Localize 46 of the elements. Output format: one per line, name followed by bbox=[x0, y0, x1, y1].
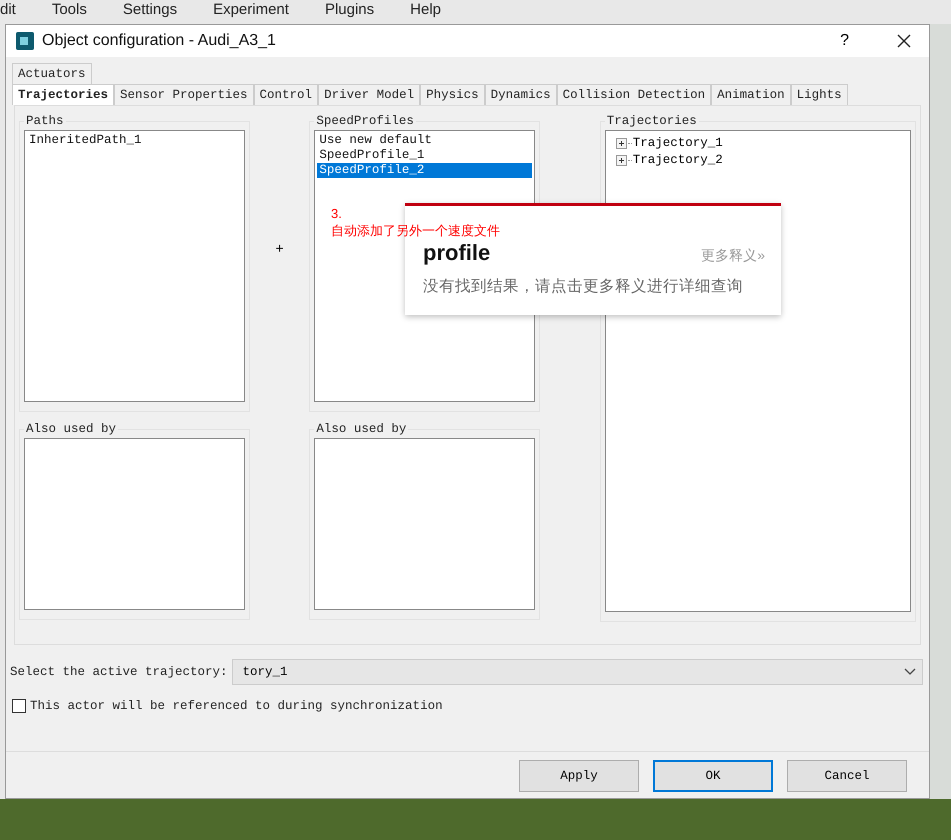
field-label: Select the active trajectory: bbox=[10, 665, 228, 679]
window-title: Object configuration - Audi_A3_1 bbox=[42, 32, 277, 50]
checkbox[interactable] bbox=[12, 699, 26, 713]
menu-item[interactable]: Experiment bbox=[213, 1, 289, 19]
group-title: SpeedProfiles bbox=[315, 114, 415, 128]
menu-item[interactable]: Help bbox=[410, 1, 442, 19]
tab[interactable]: Animation bbox=[711, 84, 791, 105]
menu-item[interactable]: Tools bbox=[52, 1, 87, 19]
chevron-down-icon bbox=[904, 668, 916, 676]
add-button[interactable]: + bbox=[275, 242, 284, 258]
tab[interactable]: Physics bbox=[420, 84, 485, 105]
list-item[interactable]: SpeedProfile_1 bbox=[317, 148, 532, 163]
tab[interactable]: Sensor Properties bbox=[114, 84, 254, 105]
expand-icon[interactable] bbox=[616, 155, 627, 166]
tab[interactable]: Collision Detection bbox=[556, 84, 712, 105]
checkbox-label: This actor will be referenced to during synchronization bbox=[30, 699, 443, 713]
group-title: Paths bbox=[25, 114, 65, 128]
menu-item[interactable]: Settings bbox=[122, 1, 178, 19]
tab[interactable]: Lights bbox=[790, 84, 848, 105]
popup-message: 没有找到结果，请点击更多释义进行详细查询 bbox=[423, 277, 744, 297]
dialog-button[interactable]: Cancel bbox=[787, 760, 907, 792]
list-item[interactable]: Use new default bbox=[317, 133, 532, 148]
dialog-button[interactable]: OK bbox=[653, 760, 773, 792]
menu-item[interactable]: Plugins bbox=[324, 1, 374, 19]
tree-item[interactable]: Trajectory_2 bbox=[632, 152, 723, 169]
tab[interactable]: Dynamics bbox=[484, 84, 557, 105]
group-title: Trajectories bbox=[606, 114, 698, 128]
expand-icon[interactable] bbox=[616, 138, 627, 149]
trajectory-dropdown[interactable]: tory_1 bbox=[232, 659, 923, 685]
app-icon bbox=[16, 32, 34, 50]
annotation-text: 3. bbox=[331, 205, 342, 222]
help-button[interactable]: ? bbox=[840, 32, 849, 50]
tree-item[interactable]: Trajectory_1 bbox=[632, 135, 723, 152]
annotation-text: 自动添加了另外一个速度文件 bbox=[331, 222, 500, 239]
tab[interactable]: Driver Model bbox=[318, 84, 420, 105]
tab[interactable]: Actuators bbox=[12, 63, 92, 84]
list-item[interactable]: SpeedProfile_2 bbox=[317, 163, 532, 178]
close-icon[interactable] bbox=[897, 34, 911, 48]
tab[interactable]: Trajectories bbox=[12, 84, 114, 105]
group-title: Also used by bbox=[315, 422, 408, 436]
tab[interactable]: Control bbox=[254, 84, 318, 105]
popup-word: profile bbox=[423, 240, 490, 266]
menu-item[interactable]: dit bbox=[0, 1, 16, 19]
list-item[interactable]: InheritedPath_1 bbox=[27, 133, 242, 148]
group-title: Also used by bbox=[25, 422, 118, 436]
dialog-button[interactable]: Apply bbox=[519, 760, 639, 792]
